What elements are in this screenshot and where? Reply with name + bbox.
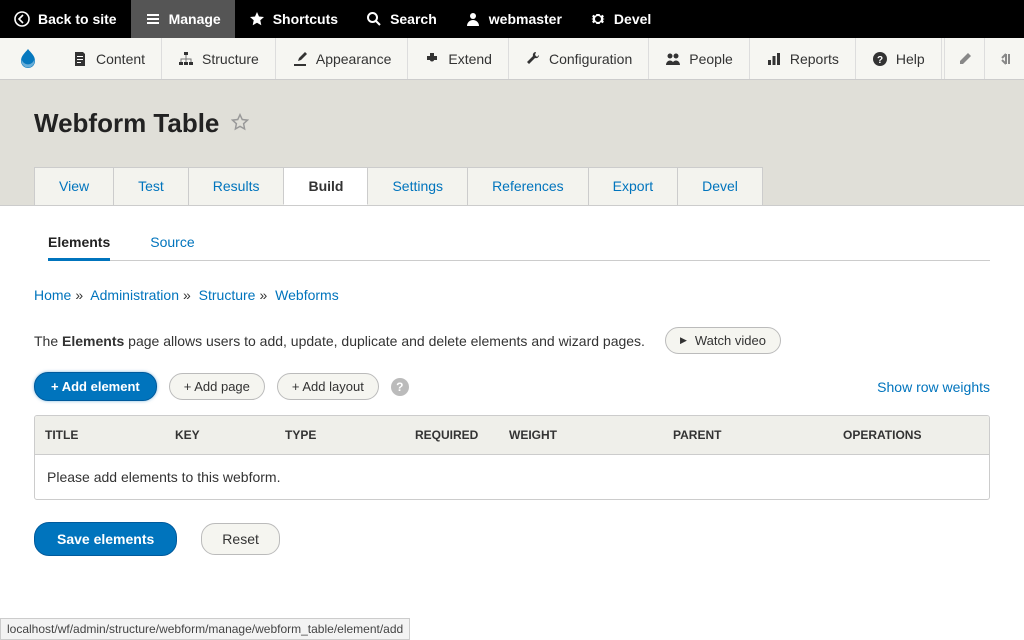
secondary-tabs: Elements Source bbox=[48, 206, 990, 261]
tab-view[interactable]: View bbox=[34, 167, 114, 205]
admin-configuration[interactable]: Configuration bbox=[509, 38, 649, 79]
manage-label: Manage bbox=[169, 11, 221, 27]
breadcrumb: Home» Administration» Structure» Webform… bbox=[34, 261, 990, 303]
element-actions: + Add element + Add page + Add layout ? … bbox=[34, 354, 990, 401]
manage-toggle[interactable]: Manage bbox=[131, 0, 235, 38]
back-icon bbox=[14, 11, 30, 27]
wrench-icon bbox=[525, 51, 541, 67]
search-label: Search bbox=[390, 11, 437, 27]
admin-people[interactable]: People bbox=[649, 38, 750, 79]
admin-people-label: People bbox=[689, 51, 733, 67]
col-type: TYPE bbox=[275, 416, 405, 454]
admin-reports-label: Reports bbox=[790, 51, 839, 67]
shortcuts-label: Shortcuts bbox=[273, 11, 338, 27]
user-menu[interactable]: webmaster bbox=[451, 0, 576, 38]
hamburger-icon bbox=[145, 11, 161, 27]
admin-content-label: Content bbox=[96, 51, 145, 67]
reset-button[interactable]: Reset bbox=[201, 523, 280, 555]
crumb-administration[interactable]: Administration bbox=[90, 287, 179, 303]
col-required: REQUIRED bbox=[405, 416, 499, 454]
admin-structure-label: Structure bbox=[202, 51, 259, 67]
devel-label: Devel bbox=[614, 11, 651, 27]
extend-icon bbox=[424, 51, 440, 67]
content-icon bbox=[72, 51, 88, 67]
page-description: The Elements page allows users to add, u… bbox=[34, 303, 990, 354]
svg-text:?: ? bbox=[877, 55, 883, 66]
toolbar-top: Back to site Manage Shortcuts Search web… bbox=[0, 0, 1024, 38]
col-operations: OPERATIONS bbox=[833, 416, 989, 454]
add-element-button[interactable]: + Add element bbox=[34, 372, 157, 401]
table-header: TITLE KEY TYPE REQUIRED WEIGHT PARENT OP… bbox=[35, 416, 989, 455]
crumb-structure[interactable]: Structure bbox=[199, 287, 256, 303]
tab-references[interactable]: References bbox=[467, 167, 589, 205]
admin-structure[interactable]: Structure bbox=[162, 38, 276, 79]
tab-settings[interactable]: Settings bbox=[367, 167, 468, 205]
admin-content[interactable]: Content bbox=[56, 38, 162, 79]
crumb-webforms[interactable]: Webforms bbox=[275, 287, 339, 303]
reports-icon bbox=[766, 51, 782, 67]
save-elements-button[interactable]: Save elements bbox=[34, 522, 177, 556]
tab-test[interactable]: Test bbox=[113, 167, 189, 205]
structure-icon bbox=[178, 51, 194, 67]
primary-tabs: View Test Results Build Settings Referen… bbox=[34, 167, 990, 205]
shortcuts[interactable]: Shortcuts bbox=[235, 0, 352, 38]
tab-build[interactable]: Build bbox=[283, 167, 368, 205]
admin-help-label: Help bbox=[896, 51, 925, 67]
help-icon: ? bbox=[872, 51, 888, 67]
admin-configuration-label: Configuration bbox=[549, 51, 632, 67]
user-label: webmaster bbox=[489, 11, 562, 27]
admin-edit[interactable] bbox=[944, 38, 984, 79]
elements-table: TITLE KEY TYPE REQUIRED WEIGHT PARENT OP… bbox=[34, 415, 990, 500]
help-tooltip[interactable]: ? bbox=[391, 378, 409, 396]
search[interactable]: Search bbox=[352, 0, 451, 38]
admin-extend-label: Extend bbox=[448, 51, 492, 67]
watch-video-button[interactable]: Watch video bbox=[665, 327, 781, 354]
admin-appearance[interactable]: Appearance bbox=[276, 38, 409, 79]
drupal-logo[interactable] bbox=[0, 38, 56, 79]
col-weight: WEIGHT bbox=[499, 416, 663, 454]
back-to-site[interactable]: Back to site bbox=[0, 0, 131, 38]
table-body: Please add elements to this webform. bbox=[35, 455, 989, 499]
tab-results[interactable]: Results bbox=[188, 167, 285, 205]
crumb-home[interactable]: Home bbox=[34, 287, 71, 303]
people-icon bbox=[665, 51, 681, 67]
admin-help[interactable]: ? Help bbox=[856, 38, 942, 79]
col-key: KEY bbox=[165, 416, 275, 454]
subtab-elements[interactable]: Elements bbox=[48, 226, 110, 261]
admin-menu: Content Structure Appearance Extend Conf… bbox=[0, 38, 1024, 80]
table-empty-message: Please add elements to this webform. bbox=[35, 455, 989, 499]
toolbar-orientation-toggle[interactable] bbox=[984, 38, 1024, 79]
gear-icon bbox=[590, 11, 606, 27]
subtab-source[interactable]: Source bbox=[150, 226, 194, 260]
page-header: Webform Table View Test Results Build Se… bbox=[0, 80, 1024, 206]
status-bar: localhost/wf/admin/structure/webform/man… bbox=[0, 618, 410, 640]
appearance-icon bbox=[292, 51, 308, 67]
search-icon bbox=[366, 11, 382, 27]
col-parent: PARENT bbox=[663, 416, 833, 454]
tab-export[interactable]: Export bbox=[588, 167, 678, 205]
devel-menu[interactable]: Devel bbox=[576, 0, 665, 38]
col-title: TITLE bbox=[35, 416, 165, 454]
user-icon bbox=[465, 11, 481, 27]
content-region: Elements Source Home» Administration» St… bbox=[0, 206, 1024, 578]
favorite-toggle[interactable] bbox=[231, 113, 249, 134]
page-title: Webform Table bbox=[34, 108, 219, 139]
add-page-button[interactable]: + Add page bbox=[169, 373, 265, 400]
admin-appearance-label: Appearance bbox=[316, 51, 392, 67]
show-row-weights-link[interactable]: Show row weights bbox=[877, 379, 990, 395]
star-icon bbox=[249, 11, 265, 27]
tab-devel[interactable]: Devel bbox=[677, 167, 763, 205]
admin-reports[interactable]: Reports bbox=[750, 38, 856, 79]
back-label: Back to site bbox=[38, 11, 117, 27]
form-actions: Save elements Reset bbox=[34, 500, 990, 578]
add-layout-button[interactable]: + Add layout bbox=[277, 373, 379, 400]
admin-extend[interactable]: Extend bbox=[408, 38, 509, 79]
